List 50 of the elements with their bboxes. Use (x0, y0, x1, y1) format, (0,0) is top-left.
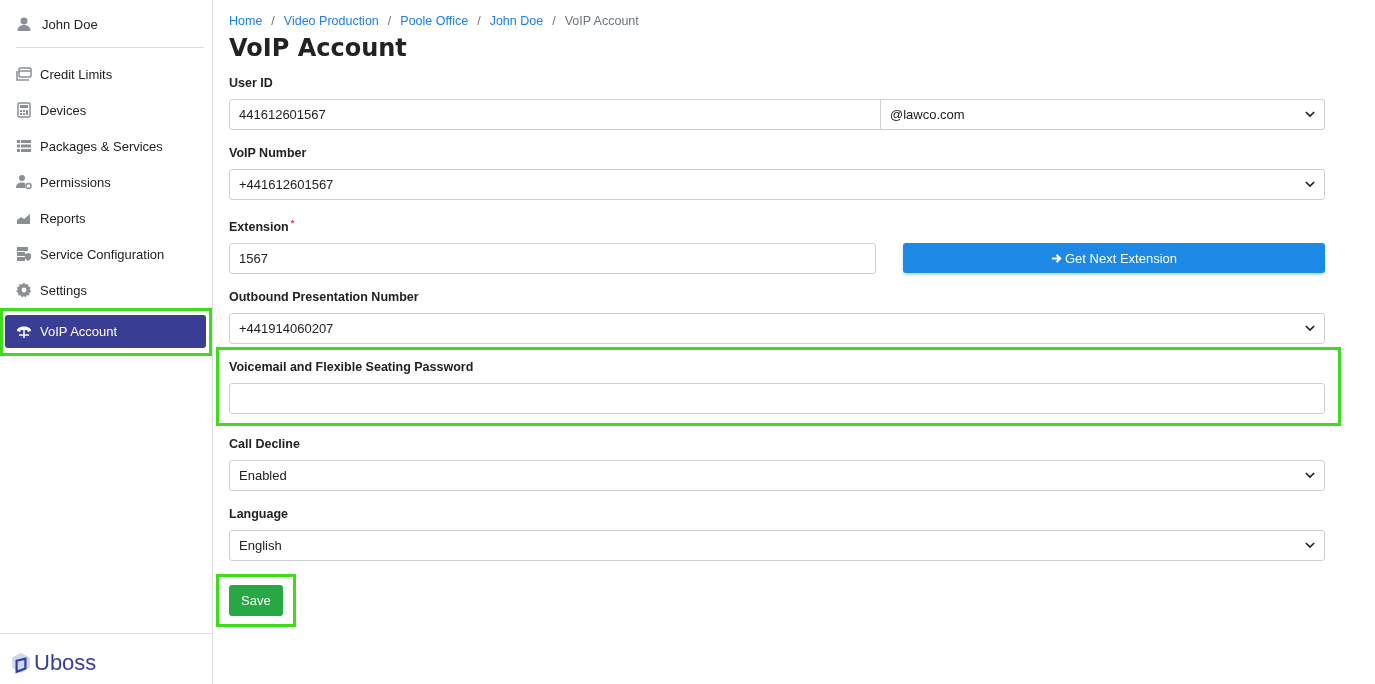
chevron-down-icon (1305, 325, 1315, 333)
calculator-icon (16, 102, 32, 118)
page-title: VoIP Account (229, 34, 408, 62)
breadcrumb-separator: / (477, 14, 481, 28)
user-gear-icon (16, 174, 32, 190)
chevron-down-icon (1305, 472, 1315, 480)
get-next-extension-button[interactable]: Get Next Extension (903, 243, 1325, 274)
select-field[interactable]: Enabled (229, 460, 1325, 492)
chevron-down-icon (1305, 181, 1315, 188)
chevron-down-icon (1305, 542, 1315, 550)
breadcrumb-separator: / (552, 14, 556, 28)
field-label: Voicemail and Flexible Seating Password (229, 360, 475, 376)
user-icon (16, 16, 32, 32)
select-field[interactable]: @lawco.com (881, 99, 1325, 130)
arrow-right-icon (1051, 252, 1062, 264)
select-field[interactable]: +441914060207 (229, 313, 1325, 345)
chevron-down-icon (1305, 111, 1315, 118)
field-label: Extension $^{*}$ (229, 217, 296, 236)
input-field[interactable]: 441612601567 (229, 99, 881, 130)
field-label: Call Decline (229, 437, 301, 453)
breadcrumb-separator: / (271, 14, 275, 28)
breadcrumb-link[interactable]: Poole Office (400, 14, 469, 28)
breadcrumb-current: VoIP Account (564, 14, 639, 28)
logo-text: Uboss (34, 650, 97, 676)
cube-icon (10, 652, 32, 674)
breadcrumb-link[interactable]: Video Production (283, 14, 379, 28)
settings-icon (16, 282, 32, 298)
field-label: Outbound Presentation Number (229, 290, 420, 306)
card-icon (16, 66, 32, 82)
server-shield-icon (16, 246, 32, 262)
list-icon (16, 138, 32, 154)
field-label: VoIP Number (229, 146, 308, 161)
sidebar-item[interactable]: Service Configuration (5, 240, 207, 268)
field-label: Language (229, 507, 290, 523)
breadcrumb-separator: / (387, 14, 392, 28)
field-label: User ID (229, 76, 274, 91)
input-field[interactable] (229, 383, 1325, 415)
breadcrumb-link[interactable]: Home (229, 14, 263, 28)
sidebar-item[interactable]: Packages & Services (5, 132, 207, 160)
user-name[interactable]: John Doe (42, 16, 98, 32)
sidebar-item[interactable]: VoIP Account (5, 315, 206, 348)
breadcrumb-link[interactable]: John Doe (489, 14, 544, 28)
input-field[interactable]: 1567 (229, 243, 876, 275)
sidebar-item[interactable]: Reports (5, 204, 207, 232)
sidebar-item[interactable]: Credit Limits (5, 60, 207, 88)
select-field[interactable]: +441612601567 (229, 169, 1325, 200)
sidebar-item[interactable]: Settings (5, 276, 207, 304)
sidebar-item[interactable]: Devices (5, 96, 207, 124)
select-field[interactable]: English (229, 530, 1325, 562)
sidebar-item[interactable]: Permissions (5, 168, 207, 196)
